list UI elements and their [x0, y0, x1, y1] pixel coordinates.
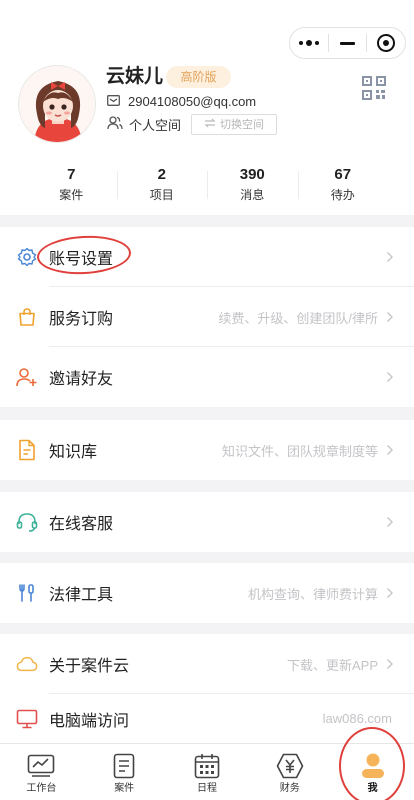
- menu-item-knowledge-base[interactable]: 知识库 知识文件、团队规章制度等: [0, 420, 414, 480]
- user-email: 2904108050@qq.com: [128, 93, 257, 109]
- chart-icon: [26, 752, 56, 780]
- people-icon: [107, 115, 123, 133]
- menu-item-label: 电脑端访问: [49, 712, 130, 730]
- mail-icon: [107, 94, 120, 109]
- chevron-right-icon: [384, 251, 396, 263]
- chevron-right-icon: [384, 587, 396, 599]
- stats-bar: 7 案件 2 项目 390 消息 67 待办: [26, 165, 388, 205]
- menu-item-hint: 续费、升级、创建团队/律所: [218, 310, 378, 326]
- stat-messages[interactable]: 390 消息: [207, 165, 298, 205]
- current-space: 个人空间: [129, 117, 182, 133]
- menu-item-service-purchase[interactable]: 服务订购 续费、升级、创建团队/律所: [0, 287, 414, 347]
- menu-item-about[interactable]: 关于案件云 下载、更新APP: [0, 634, 414, 694]
- menu-group-support: 在线客服: [0, 492, 414, 552]
- tab-label: 我: [367, 783, 378, 794]
- user-name: 云妹儿: [106, 66, 164, 87]
- stat-label: 待办: [330, 188, 355, 202]
- menu-item-hint: law086.com: [322, 711, 392, 726]
- menu-item-label: 账号设置: [49, 251, 114, 268]
- tab-bar: 工作台 案件 日程 财务 我: [0, 743, 414, 800]
- yuan-icon: [275, 752, 305, 780]
- tab-label: 案件: [114, 783, 135, 794]
- menu-item-account-settings[interactable]: 账号设置: [0, 227, 414, 287]
- user-icon: [358, 752, 388, 780]
- menu-item-label: 关于案件云: [49, 658, 130, 675]
- stat-value: 7: [67, 166, 76, 183]
- stat-cases[interactable]: 7 案件: [26, 165, 117, 205]
- gear-icon: [16, 246, 38, 268]
- chevron-right-icon: [384, 516, 396, 528]
- calendar-icon: [192, 752, 222, 780]
- more-icon[interactable]: [290, 28, 328, 58]
- chevron-right-icon: [384, 658, 396, 670]
- tab-label: 财务: [279, 783, 300, 794]
- switch-space-label: 切换空间: [220, 119, 265, 131]
- menu-item-desktop-access[interactable]: 电脑端访问 law086.com: [0, 694, 414, 743]
- document-icon: [16, 439, 38, 461]
- menu-item-label: 在线客服: [49, 516, 114, 533]
- email-row: 2904108050@qq.com: [107, 93, 256, 109]
- menu-item-hint: 知识文件、团队规章制度等: [221, 443, 378, 459]
- menu-item-invite-friends[interactable]: 邀请好友: [0, 347, 414, 407]
- tab-finance[interactable]: 财务: [248, 744, 331, 800]
- shopping-bag-icon: [16, 306, 38, 328]
- cloud-icon: [16, 653, 38, 675]
- monitor-icon: [16, 708, 38, 730]
- stat-value: 2: [157, 166, 166, 183]
- plan-badge: 高阶版: [166, 66, 231, 88]
- minimize-icon[interactable]: [329, 28, 367, 58]
- tab-label: 工作台: [26, 783, 57, 794]
- menu-item-label: 服务订购: [49, 311, 114, 328]
- add-user-icon: [16, 366, 38, 388]
- switch-space-button[interactable]: 切换空间: [191, 113, 278, 135]
- menu-group-account: 账号设置 服务订购 续费、升级、创建团队/律所 邀请好友: [0, 227, 414, 407]
- stat-value: 390: [239, 166, 265, 183]
- profile-header: 云妹儿 高阶版 2904108050@qq.com 个人空间 切换空间 7 案件…: [0, 0, 414, 215]
- swap-icon: [204, 118, 216, 131]
- tab-label: 日程: [196, 783, 217, 794]
- menu-item-label: 邀请好友: [49, 371, 114, 388]
- menu-item-online-support[interactable]: 在线客服: [0, 492, 414, 552]
- close-target-icon[interactable]: [367, 28, 405, 58]
- menu-item-label: 法律工具: [49, 587, 114, 604]
- stat-label: 项目: [149, 188, 174, 202]
- tools-icon: [16, 582, 38, 604]
- menu-item-hint: 下载、更新APP: [286, 657, 378, 673]
- mini-program-capsule: [289, 27, 406, 59]
- profile-page: 云妹儿 高阶版 2904108050@qq.com 个人空间 切换空间 7 案件…: [0, 0, 414, 800]
- tab-workbench[interactable]: 工作台: [0, 744, 83, 800]
- menu-group-tools: 法律工具 机构查询、律师费计算: [0, 563, 414, 623]
- qr-code-icon[interactable]: [362, 76, 386, 100]
- space-row: 个人空间 切换空间: [107, 113, 278, 135]
- document-icon: [109, 752, 139, 780]
- stat-label: 案件: [59, 188, 84, 202]
- chevron-right-icon: [384, 371, 396, 383]
- menu-group-knowledge: 知识库 知识文件、团队规章制度等: [0, 420, 414, 480]
- tab-cases[interactable]: 案件: [83, 744, 166, 800]
- chevron-right-icon: [384, 444, 396, 456]
- menu-item-label: 知识库: [49, 444, 98, 461]
- stat-label: 消息: [240, 188, 265, 202]
- stat-projects[interactable]: 2 项目: [116, 165, 208, 205]
- menu-group-about: 关于案件云 下载、更新APP 电脑端访问 law086.com: [0, 634, 414, 743]
- avatar[interactable]: [18, 65, 96, 143]
- headset-icon: [16, 511, 38, 533]
- stat-todos[interactable]: 67 待办: [297, 165, 389, 205]
- chevron-right-icon: [384, 311, 396, 323]
- menu-item-hint: 机构查询、律师费计算: [247, 586, 378, 602]
- menu-item-legal-tools[interactable]: 法律工具 机构查询、律师费计算: [0, 563, 414, 623]
- tab-me[interactable]: 我: [331, 744, 414, 800]
- tab-schedule[interactable]: 日程: [166, 744, 249, 800]
- stat-value: 67: [334, 166, 352, 183]
